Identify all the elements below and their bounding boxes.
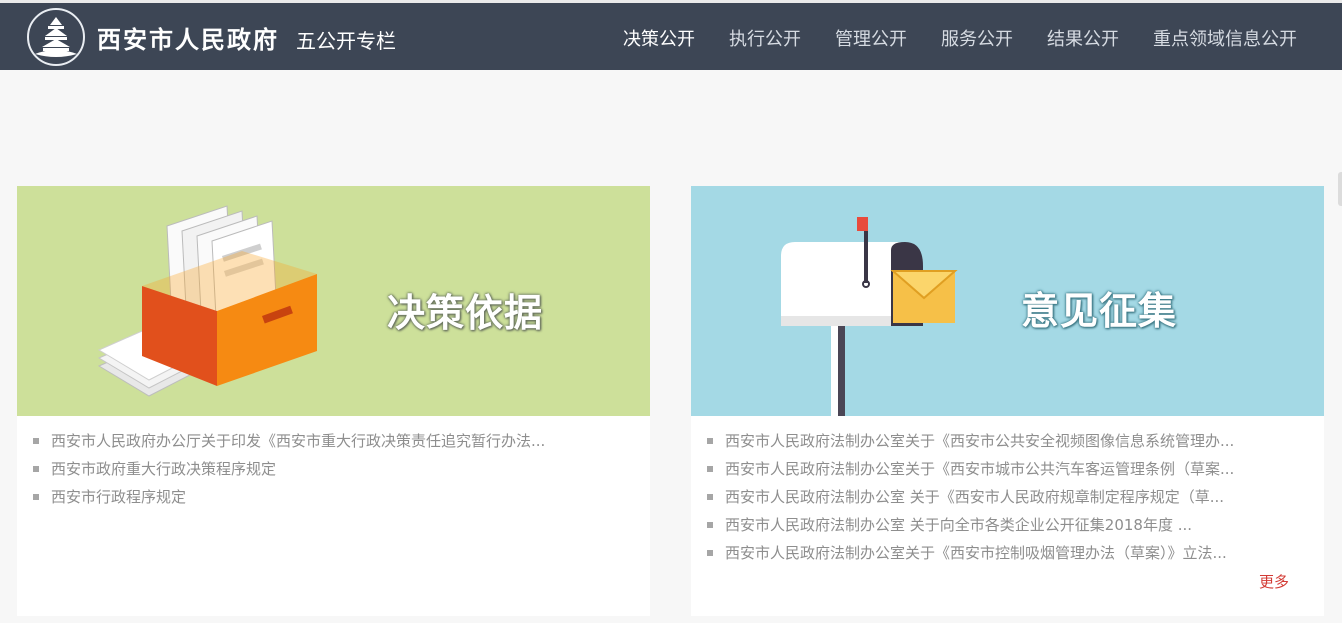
mailbox-icon xyxy=(781,217,958,416)
list-item[interactable]: 西安市人民政府法制办公室 关于《西安市人民政府规章制定程序规定（草... xyxy=(707,488,1324,516)
file-drawer-icon xyxy=(97,205,317,397)
nav-decision-disclosure[interactable]: 决策公开 xyxy=(623,25,695,51)
decision-basis-title: 决策依据 xyxy=(387,291,544,335)
side-scroll-tab[interactable] xyxy=(1338,172,1342,206)
site-logo[interactable]: 西安市人民政府 xyxy=(27,8,279,66)
nav-service-disclosure[interactable]: 服务公开 xyxy=(941,25,1013,51)
nav-management-disclosure[interactable]: 管理公开 xyxy=(835,25,907,51)
nav-result-disclosure[interactable]: 结果公开 xyxy=(1047,25,1119,51)
pagoda-logo-icon xyxy=(27,8,85,66)
list-item[interactable]: 西安市政府重大行政决策程序规定 xyxy=(33,460,650,488)
nav-key-areas-disclosure[interactable]: 重点领域信息公开 xyxy=(1153,25,1297,51)
decision-basis-card: 决策依据 西安市人民政府办公厅关于印发《西安市重大行政决策责任追究暂行办法...… xyxy=(17,186,650,616)
main-nav: 决策公开 执行公开 管理公开 服务公开 结果公开 重点领域信息公开 xyxy=(589,25,1297,51)
list-item[interactable]: 西安市行政程序规定 xyxy=(33,488,650,516)
list-item[interactable]: 西安市人民政府法制办公室关于《西安市公共安全视频图像信息系统管理办... xyxy=(707,432,1324,460)
top-bar: 西安市人民政府 五公开专栏 决策公开 执行公开 管理公开 服务公开 结果公开 重… xyxy=(0,0,1342,70)
opinion-collection-card: 意见征集 西安市人民政府法制办公室关于《西安市公共安全视频图像信息系统管理办..… xyxy=(691,186,1324,616)
list-item[interactable]: 西安市人民政府法制办公室 关于向全市各类企业公开征集2018年度 ... xyxy=(707,516,1324,544)
opinion-collection-list: 西安市人民政府法制办公室关于《西安市公共安全视频图像信息系统管理办... 西安市… xyxy=(691,416,1324,572)
list-item[interactable]: 西安市人民政府法制办公室关于《西安市城市公共汽车客运管理条例（草案... xyxy=(707,460,1324,488)
more-link[interactable]: 更多 xyxy=(1259,571,1289,592)
column-title: 五公开专栏 xyxy=(296,29,396,53)
opinion-collection-banner[interactable]: 意见征集 xyxy=(691,186,1324,416)
decision-basis-list: 西安市人民政府办公厅关于印发《西安市重大行政决策责任追究暂行办法... 西安市政… xyxy=(17,416,650,516)
decision-basis-banner[interactable]: 决策依据 xyxy=(17,186,650,416)
nav-execution-disclosure[interactable]: 执行公开 xyxy=(729,25,801,51)
site-name: 西安市人民政府 xyxy=(97,24,279,54)
list-item[interactable]: 西安市人民政府办公厅关于印发《西安市重大行政决策责任追究暂行办法... xyxy=(33,432,650,460)
list-item[interactable]: 西安市人民政府法制办公室关于《西安市控制吸烟管理办法（草案）》立法... xyxy=(707,544,1324,572)
opinion-collection-title: 意见征集 xyxy=(1021,289,1178,333)
